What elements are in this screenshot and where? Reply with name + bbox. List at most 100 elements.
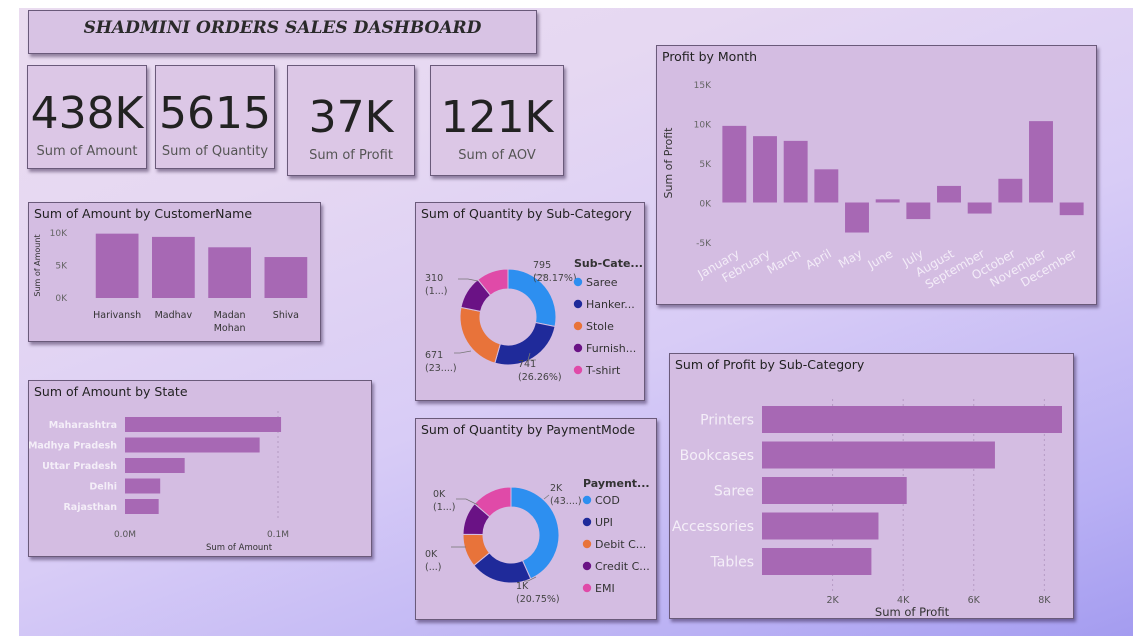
- dashboard-title: SHADMINI ORDERS SALES DASHBOARD: [83, 18, 482, 38]
- y-tick-label: Tables: [710, 555, 755, 571]
- x-tick-label: Madan Mohan: [214, 310, 246, 334]
- x-tick-label: Madhav: [155, 310, 193, 321]
- chart-card-amount-by-customer[interactable]: Sum of Amount by CustomerName 0K 5K 10K Sum…: [28, 202, 321, 342]
- x-tick-label: June: [865, 246, 896, 272]
- bar-may: [845, 202, 869, 233]
- legend-marker: [573, 343, 583, 353]
- data-label: (20.75%): [516, 594, 560, 605]
- bar-delhi: [125, 478, 161, 494]
- y-tick-label: Rajasthan: [63, 502, 117, 513]
- legend-marker: [582, 583, 592, 593]
- bar-madan-mohan: [208, 247, 251, 298]
- data-label: (...): [425, 562, 441, 573]
- legend-marker: [582, 495, 592, 505]
- bar-uttar-pradesh: [125, 458, 185, 473]
- bar-shiva: [264, 257, 308, 298]
- legend-entry: Stole: [586, 320, 614, 333]
- kpi-label: Sum of AOV: [458, 148, 536, 163]
- x-tick-label: Shiva: [273, 310, 299, 321]
- y-tick-label: 0K: [699, 200, 712, 210]
- legend-entry: Saree: [586, 276, 618, 289]
- bar-march: [783, 140, 808, 203]
- leader-line: [543, 494, 550, 500]
- y-tick-label: 15K: [694, 81, 712, 91]
- data-label: 2K: [550, 483, 563, 494]
- legend-title: Payment...: [583, 477, 650, 490]
- leader-line: [454, 350, 472, 354]
- bar-harivansh: [95, 233, 139, 298]
- chart-card-amount-by-state[interactable]: Sum of Amount by State Maharashtra Madhya…: [28, 380, 372, 557]
- chart-card-quantity-by-subcategory[interactable]: Sum of Quantity by Sub-Category 795 (28.1…: [415, 202, 645, 401]
- y-tick-label: Madhya Pradesh: [29, 441, 117, 452]
- chart-card-quantity-by-paymentmode[interactable]: Sum of Quantity by PaymentMode 2K (43....…: [415, 418, 657, 620]
- kpi-label: Sum of Amount: [36, 144, 138, 159]
- bar-rajasthan: [125, 499, 159, 514]
- data-label: 671: [425, 350, 443, 361]
- quantity-by-subcategory-chart: 795 (28.17%) 741 (26.26%) 671 (23....) 310 (1..…: [425, 257, 643, 383]
- data-label: 795: [533, 260, 551, 271]
- data-label: (43....): [550, 496, 582, 507]
- data-label: 310: [425, 273, 443, 284]
- amount-by-customer-chart: 0K 5K 10K Sum of Amount Harivansh Madhav Madan…: [33, 229, 308, 334]
- data-label: (26.26%): [518, 372, 562, 383]
- bar-bookcases: [762, 441, 995, 469]
- x-tick-label: March: [764, 246, 803, 276]
- legend-marker: [582, 561, 592, 571]
- kpi-value: 5615: [159, 88, 271, 139]
- x-tick-label: 0.0M: [114, 530, 136, 540]
- kpi-card-amount[interactable]: 438K Sum of Amount: [27, 65, 147, 169]
- chart-card-profit-by-month[interactable]: Profit by Month -5K 0K 5K 10K 15K Sum of Prof…: [656, 45, 1097, 305]
- bar-august: [937, 185, 961, 203]
- data-label: 1K: [516, 581, 529, 592]
- data-label: 741: [518, 359, 536, 370]
- amount-by-state-chart: Maharashtra Madhya Pradesh Uttar Pradesh De…: [29, 411, 289, 553]
- legend-entry: UPI: [595, 516, 613, 529]
- x-tick-label: May: [836, 246, 864, 271]
- x-tick-label: Harivansh: [93, 310, 141, 321]
- y-tick-label: Delhi: [89, 482, 117, 493]
- legend-marker: [573, 277, 583, 287]
- data-label: 0K: [433, 489, 446, 500]
- bar-maharashtra: [125, 417, 282, 432]
- dashboard-title-card: SHADMINI ORDERS SALES DASHBOARD: [28, 10, 537, 54]
- y-axis-label: Sum of Amount: [33, 234, 42, 296]
- y-tick-label: 10K: [694, 121, 712, 131]
- data-label: (1...): [433, 502, 456, 513]
- legend-entry: EMI: [595, 582, 615, 595]
- y-tick-label: 5K: [55, 262, 68, 272]
- y-tick-label: 5K: [699, 160, 712, 170]
- x-tick-label: 2K: [826, 595, 839, 606]
- y-tick-label: Bookcases: [680, 448, 754, 464]
- kpi-value: 121K: [440, 92, 554, 143]
- kpi-value: 37K: [308, 92, 394, 143]
- data-label: (23....): [425, 363, 457, 374]
- x-axis-label: Sum of Profit: [875, 605, 950, 618]
- chart-card-profit-by-subcategory[interactable]: Sum of Profit by Sub-Category Printers Bo…: [669, 353, 1074, 619]
- bar-accessories: [762, 512, 879, 540]
- y-tick-label: 10K: [50, 229, 68, 239]
- bar-madhya-pradesh: [125, 437, 260, 453]
- bar-october: [998, 178, 1023, 203]
- bar-april: [814, 169, 839, 203]
- y-tick-label: 0K: [55, 294, 68, 304]
- legend-entry: Hanker...: [586, 298, 635, 311]
- data-label: 0K: [425, 549, 438, 560]
- data-label: (1...): [425, 286, 448, 297]
- legend-entry: Credit C...: [595, 560, 650, 573]
- y-tick-label: Uttar Pradesh: [42, 461, 117, 472]
- kpi-card-quantity[interactable]: 5615 Sum of Quantity: [155, 65, 275, 169]
- profit-by-subcategory-chart: Printers Bookcases Saree Accessories Tables 2…: [672, 399, 1062, 618]
- legend-marker: [573, 365, 583, 375]
- kpi-card-profit[interactable]: 37K Sum of Profit: [287, 65, 415, 176]
- legend-marker: [573, 321, 583, 331]
- x-tick-label: 6K: [968, 595, 981, 606]
- x-tick-label: 0.1M: [267, 530, 289, 540]
- y-axis-label: Sum of Profit: [662, 127, 675, 199]
- bar-november: [1029, 121, 1053, 203]
- bar-july: [906, 202, 931, 220]
- legend-title: Sub-Cate...: [574, 257, 643, 270]
- quantity-by-paymentmode-chart: 2K (43....) 1K (20.75%) 0K (...) 0K (1...) Payme…: [425, 477, 650, 605]
- kpi-card-aov[interactable]: 121K Sum of AOV: [430, 65, 564, 176]
- bar-september: [967, 202, 992, 214]
- y-tick-label: Printers: [700, 413, 754, 429]
